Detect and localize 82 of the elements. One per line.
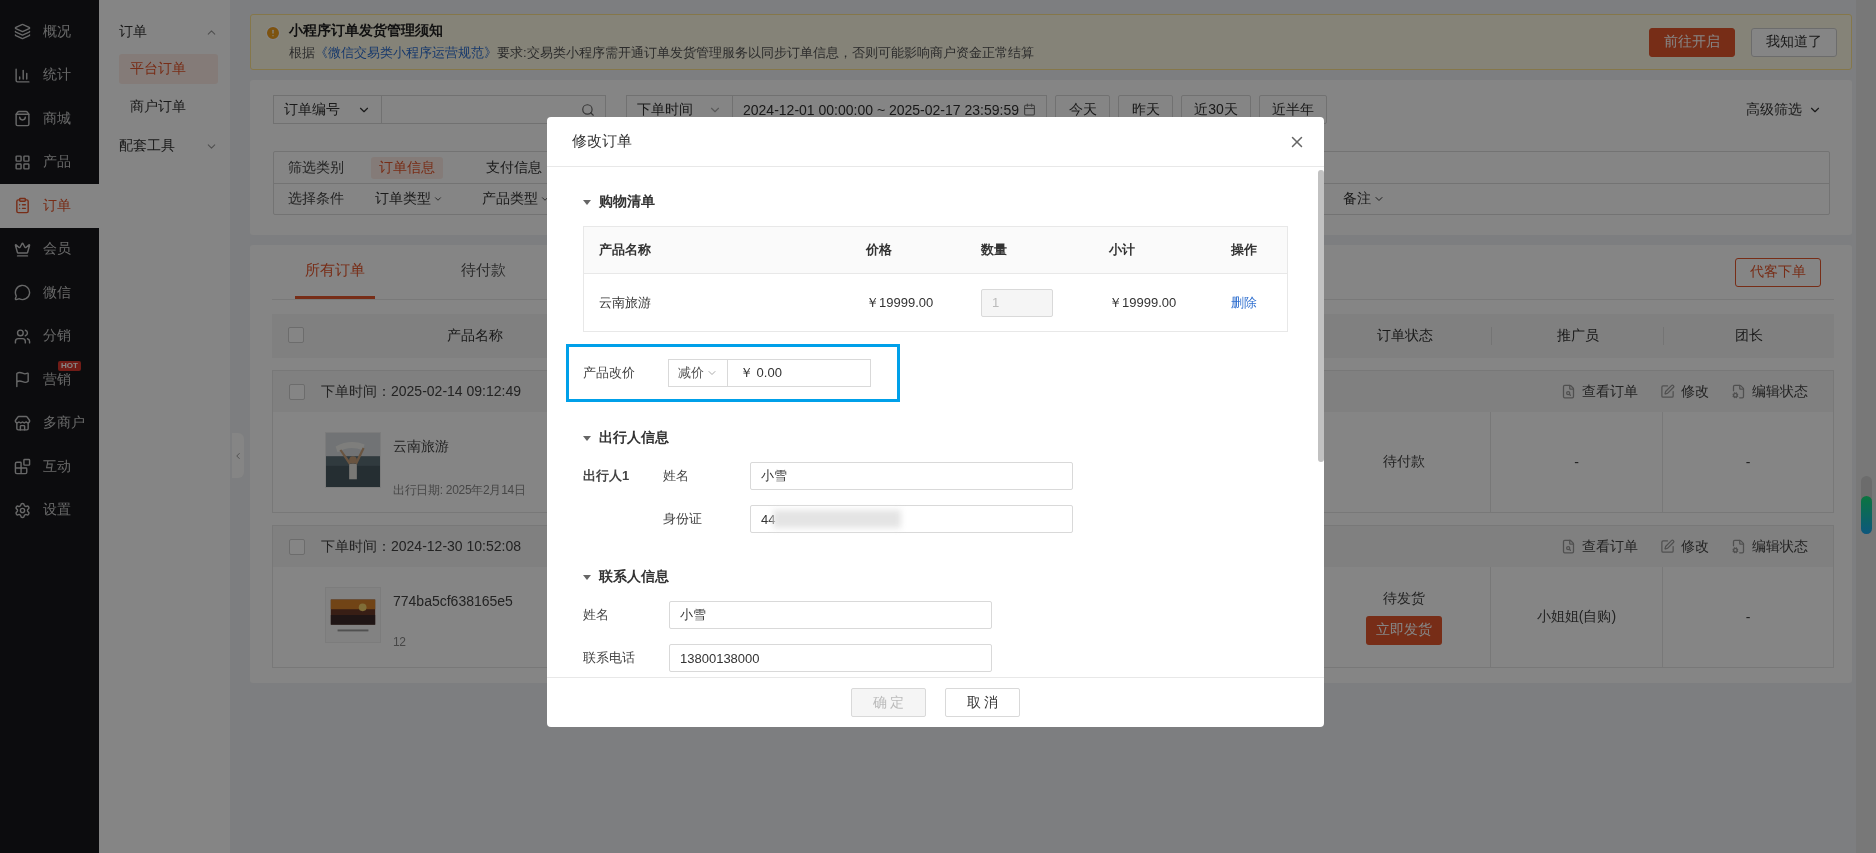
table-cell-text: ￥19999.00 — [866, 293, 935, 312]
create-order-button[interactable]: 代客下单 — [1735, 257, 1821, 287]
filter-dropdown[interactable]: 产品类型 — [478, 188, 554, 210]
sidebar-item[interactable]: 互动 — [0, 445, 99, 489]
promoter-text: 小姐姐(自购) — [1536, 608, 1617, 626]
submenu-item[interactable]: 商户订单 — [119, 92, 218, 122]
field-select[interactable]: 订单编号 — [273, 95, 382, 124]
ship-button[interactable]: 立即发货 — [1366, 615, 1442, 645]
column-header: 订单状态 — [1376, 327, 1434, 345]
order-action-link[interactable]: 修改 — [1660, 382, 1709, 401]
column-header: 价格 — [866, 241, 893, 259]
field-label: 联系电话 — [583, 649, 636, 667]
text-field[interactable]: 44 — [750, 505, 1073, 533]
text-field[interactable]: 小雪 — [669, 601, 992, 629]
filter-label: 选择条件 — [287, 190, 345, 208]
notice-title: 小程序订单发货管理须知 — [289, 22, 444, 40]
sidebar-item[interactable]: 设置 — [0, 488, 99, 532]
product-name: 云南旅游 — [393, 438, 450, 456]
notice-button[interactable]: 我知道了 — [1751, 27, 1837, 57]
column-header: 数量 — [981, 241, 1008, 259]
delete-link[interactable]: 删除 — [1231, 294, 1257, 310]
field-label: 产品改价 — [583, 364, 636, 382]
order-action-link[interactable]: 编辑状态 — [1731, 382, 1808, 401]
text-field[interactable]: 小雪 — [750, 462, 1073, 490]
product-detail: 12 — [393, 635, 407, 649]
hot-badge: HOT — [58, 361, 81, 371]
order-action-link[interactable]: 修改 — [1660, 537, 1709, 556]
field-label: 姓名 — [663, 467, 690, 485]
column-header: 小计 — [1109, 241, 1136, 259]
sidebar-item[interactable]: 订单 — [0, 184, 99, 228]
traveler-label: 出行人1 — [583, 467, 631, 485]
leader-text: - — [1745, 609, 1751, 625]
filter-label: 筛选类别 — [287, 158, 345, 177]
section-title: 购物清单 — [599, 193, 655, 211]
filter-tag[interactable]: 订单信息 — [371, 156, 443, 179]
submenu-group[interactable]: 订单 — [119, 16, 218, 48]
column-header: 产品名称 — [598, 241, 652, 259]
dialog-title: 修改订单 — [572, 132, 632, 151]
field-label: 姓名 — [583, 606, 610, 624]
dialog-button[interactable]: 取 消 — [945, 688, 1020, 717]
field-label: 身份证 — [663, 510, 703, 528]
sidebar-item[interactable]: 概况 — [0, 10, 99, 54]
product-name: 774ba5cf638165e5 — [393, 593, 513, 609]
sidebar-item[interactable]: 商城 — [0, 97, 99, 141]
sidebar-item[interactable]: 多商户 — [0, 401, 99, 445]
order-status: 待发货 — [1383, 589, 1425, 608]
order-time: 下单时间：2024-12-30 10:52:08 — [321, 537, 521, 556]
promoter-text: - — [1574, 454, 1579, 470]
order-action-link[interactable]: 编辑状态 — [1731, 537, 1808, 556]
order-status: 待付款 — [1383, 453, 1425, 471]
leader-text: - — [1745, 454, 1751, 470]
advanced-filter-button[interactable]: 高级筛选 — [1740, 99, 1828, 120]
submenu-group[interactable]: 配套工具 — [119, 130, 218, 162]
table-cell-text: ￥19999.00 — [1109, 293, 1178, 312]
notice-button[interactable]: 前往开启 — [1649, 27, 1735, 57]
order-time: 下单时间：2025-02-14 09:12:49 — [321, 382, 521, 401]
section-title: 联系人信息 — [599, 568, 669, 586]
product-detail: 出行日期: 2025年2月14日 — [393, 482, 526, 499]
order-tab[interactable]: 待付款 — [443, 244, 523, 299]
column-header: 操作 — [1231, 241, 1258, 259]
filter-dropdown[interactable]: 备注 — [1339, 188, 1389, 210]
price-field[interactable]: ￥ 0.00 — [728, 359, 871, 387]
mode-select[interactable]: 减价 — [668, 359, 728, 387]
table-cell-text: 云南旅游 — [598, 293, 652, 312]
notice-text: 根据《微信交易类小程序运营规范》要求:交易类小程序需开通订单发货管理服务以同步订单信息，否则可能影响商户资金正常结算 — [289, 44, 1034, 62]
order-tab[interactable]: 所有订单 — [295, 244, 375, 299]
submenu-item[interactable]: 平台订单 — [119, 54, 218, 84]
sidebar-item[interactable]: 统计 — [0, 53, 99, 97]
sidebar-item[interactable]: 产品 — [0, 140, 99, 184]
column-header: 推广员 — [1491, 327, 1663, 345]
column-header: 团长 — [1663, 327, 1834, 345]
order-action-link[interactable]: 查看订单 — [1561, 382, 1638, 401]
column-header: 产品名称 — [446, 327, 504, 345]
sidebar-item[interactable]: HOT 营销 — [0, 358, 99, 402]
order-action-link[interactable]: 查看订单 — [1561, 537, 1638, 556]
text-field[interactable]: 13800138000 — [669, 644, 992, 672]
sidebar-item[interactable]: 分销 — [0, 314, 99, 358]
section-title: 出行人信息 — [599, 429, 669, 447]
policy-link[interactable]: 《微信交易类小程序运营规范》 — [315, 45, 497, 60]
filter-dropdown[interactable]: 订单类型 — [371, 188, 447, 210]
filter-tag[interactable]: 支付信息 — [478, 156, 550, 179]
sidebar-item[interactable]: 微信 — [0, 271, 99, 315]
